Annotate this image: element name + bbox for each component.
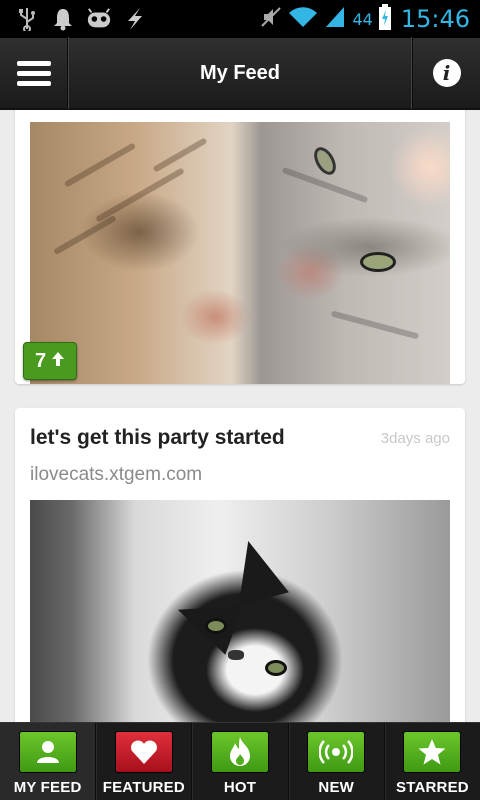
- user-icon: [18, 731, 77, 773]
- up-arrow-icon: [51, 350, 65, 373]
- tab-label: NEW: [318, 779, 355, 796]
- flame-icon: [211, 731, 269, 773]
- hamburger-menu-icon: [16, 56, 51, 91]
- tab-new[interactable]: NEW: [289, 723, 385, 800]
- info-button[interactable]: i: [412, 37, 480, 109]
- signal-icon: [324, 5, 346, 34]
- two-kittens-photo[interactable]: [30, 122, 450, 384]
- lightning-icon: [122, 6, 148, 32]
- star-icon: [403, 731, 462, 773]
- heart-icon: [114, 731, 173, 773]
- action-bar: My Feed i: [0, 37, 480, 110]
- feed-list[interactable]: 7 let's get this party started 3days ago…: [0, 110, 480, 722]
- mute-icon: [260, 6, 282, 33]
- vote-count: 7: [34, 349, 47, 372]
- notification-bell-icon: [50, 6, 76, 32]
- tab-label: HOT: [223, 779, 257, 796]
- post-title[interactable]: let's get this party started: [30, 426, 285, 450]
- usb-icon: [14, 6, 40, 32]
- black-white-cat-photo[interactable]: [30, 500, 450, 722]
- tab-label: MY FEED: [13, 779, 82, 796]
- clock: 15:46: [400, 5, 470, 33]
- bottom-tab-bar: MY FEED FEATURED HOT NEW STARRED: [0, 722, 480, 800]
- tab-starred[interactable]: STARRED: [385, 723, 480, 800]
- broadcast-icon: [307, 731, 366, 773]
- tab-hot[interactable]: HOT: [192, 723, 289, 800]
- tab-featured[interactable]: FEATURED: [96, 723, 193, 800]
- vote-count-button[interactable]: 7: [23, 342, 77, 380]
- post-time: 3days ago: [380, 430, 450, 447]
- status-bar: 44 15:46: [0, 0, 480, 38]
- tab-label: STARRED: [396, 779, 469, 796]
- post-source-link[interactable]: ilovecats.xtgem.com: [30, 464, 202, 486]
- menu-button[interactable]: [0, 37, 68, 109]
- info-icon: i: [432, 59, 461, 87]
- android-icon: [86, 6, 112, 32]
- feed-card[interactable]: [15, 110, 465, 384]
- wifi-icon: [288, 5, 318, 34]
- battery-icon: [378, 3, 391, 35]
- battery-level: 44: [352, 9, 373, 29]
- page-title: My Feed: [199, 61, 281, 84]
- feed-card[interactable]: let's get this party started 3days ago i…: [15, 408, 465, 722]
- tab-my-feed[interactable]: MY FEED: [0, 723, 97, 800]
- tab-label: FEATURED: [102, 779, 185, 796]
